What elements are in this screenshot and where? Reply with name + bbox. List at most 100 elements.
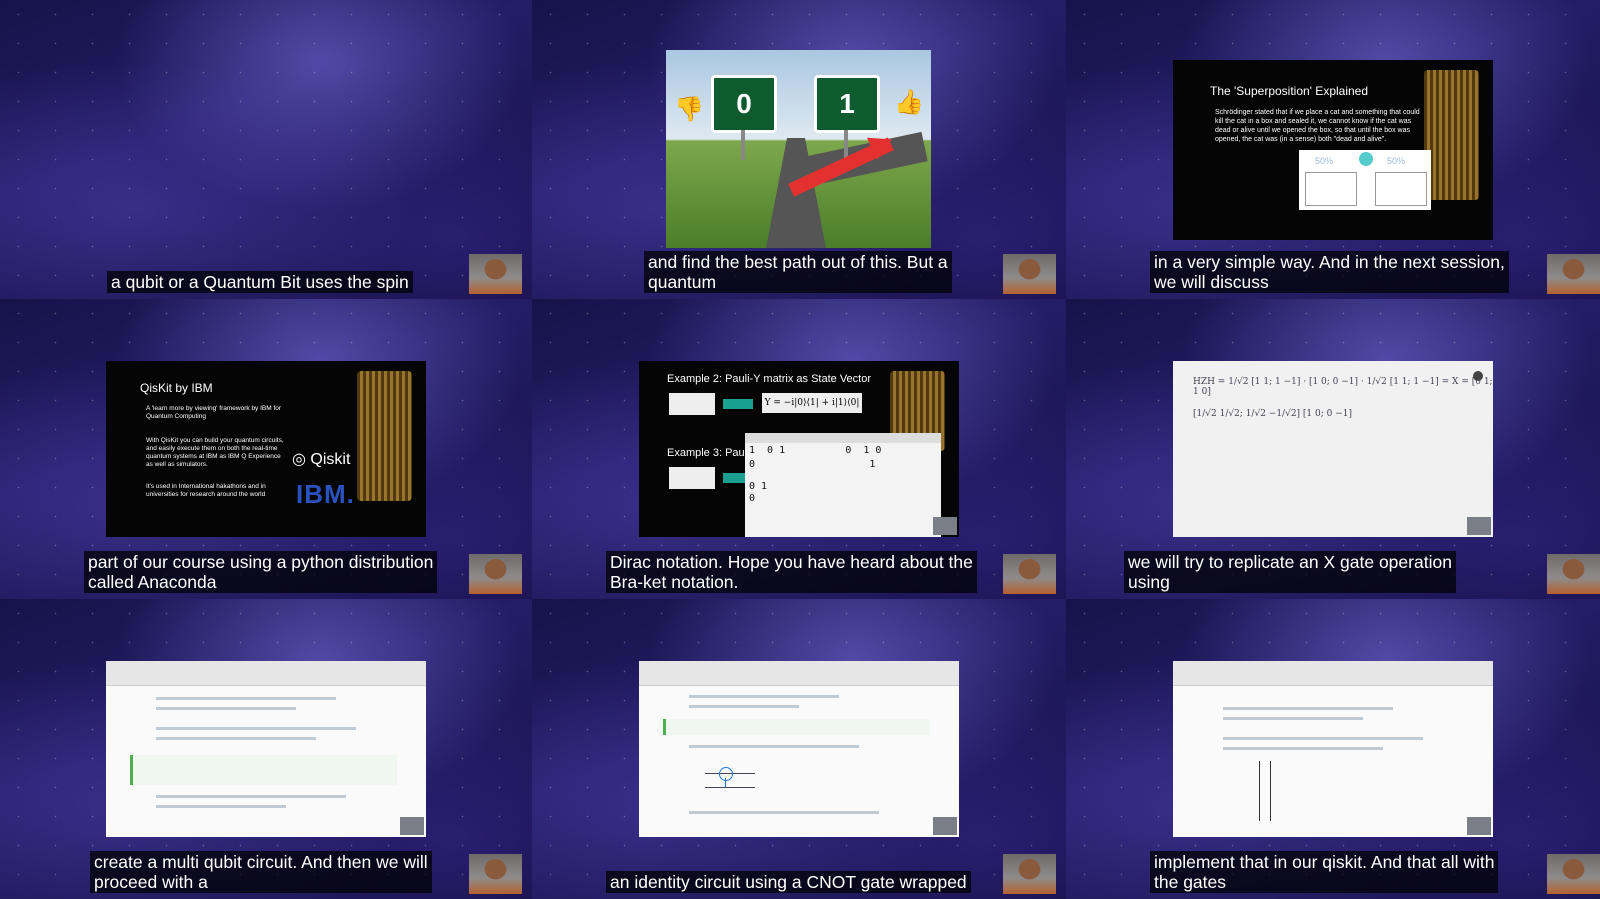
output-row: 0 1	[749, 459, 876, 470]
timer-icon	[1359, 152, 1373, 166]
z-matrix-box	[669, 467, 715, 489]
subtitle-caption: part of our course using a python distri…	[84, 551, 438, 593]
sign-post	[741, 130, 745, 160]
thumbnail-tile-5[interactable]: Example 2: Pauli-Y matrix as State Vecto…	[532, 299, 1066, 599]
cnot-target-icon	[719, 767, 733, 781]
sign-zero: 0	[711, 75, 777, 133]
percent-right: 50%	[1387, 156, 1406, 166]
superposition-slide: The 'Superposition' Explained Schrödinge…	[1173, 60, 1493, 240]
thumbnail-tile-1[interactable]: a qubit or a Quantum Bit uses the spin	[0, 0, 532, 299]
thumbnail-tile-6[interactable]: HZH = 1/√2 [1 1; 1 −1] · [1 0; 0 −1] · 1…	[1066, 299, 1600, 599]
presenter-mini-avatar	[1467, 817, 1491, 835]
subtitle-caption: we will try to replicate an X gate opera…	[1124, 551, 1456, 593]
code-line	[689, 705, 799, 708]
ibm-logo: IBM.	[296, 479, 355, 509]
thumbnail-tile-2[interactable]: 0 1 👎 👍 and find the best path out of th…	[532, 0, 1066, 299]
quantum-computer-image	[357, 371, 412, 501]
code-line	[156, 697, 336, 700]
slide-title: The 'Superposition' Explained	[1210, 84, 1369, 98]
presenter-avatar	[1003, 554, 1056, 594]
pauli-matrix-slide: Example 2: Pauli-Y matrix as State Vecto…	[639, 361, 959, 537]
jupyter-notebook-screen	[639, 661, 959, 837]
code-line	[689, 745, 859, 748]
road-choice-slide: 0 1 👎 👍	[666, 50, 931, 248]
presenter-mini-avatar	[933, 817, 957, 835]
presenter-mini-avatar	[1467, 517, 1491, 535]
code-line	[1223, 717, 1363, 720]
presenter-avatar	[1547, 554, 1600, 594]
sign-one: 1	[814, 75, 880, 133]
output-window: 1 0 1 0 1 0 0 1 0 1 0	[745, 433, 941, 537]
active-cell	[130, 755, 397, 785]
bullet-3: It's used in International hakathons and…	[146, 483, 266, 498]
subtitle-caption: Dirac notation. Hope you have heard abou…	[606, 551, 977, 593]
green-arrow-icon	[723, 399, 753, 409]
whiteboard-slide: HZH = 1/√2 [1 1; 1 −1] · [1 0; 0 −1] · 1…	[1173, 361, 1493, 537]
slide-body: Schrödinger stated that if we place a ca…	[1215, 109, 1420, 143]
presenter-mini-avatar	[933, 517, 957, 535]
output-row: 0 1	[749, 481, 768, 492]
code-line	[689, 695, 839, 698]
formula-box: Y = −i|0⟩⟨1| + i|1⟩⟨0|	[762, 393, 862, 413]
qiskit-slide: QisKit by IBM A 'learn more by viewing' …	[106, 361, 426, 537]
jupyter-notebook-screen	[1173, 661, 1493, 837]
subtitle-caption: an identity circuit using a CNOT gate wr…	[606, 871, 971, 893]
presenter-avatar	[469, 254, 522, 294]
bullet-1: A 'learn more by viewing' framework by I…	[146, 405, 282, 420]
box-left	[1305, 172, 1357, 206]
output-row: 0	[749, 493, 756, 504]
percent-left: 50%	[1315, 156, 1334, 166]
thumbnail-tile-3[interactable]: The 'Superposition' Explained Schrödinge…	[1066, 0, 1600, 299]
code-line	[689, 811, 879, 814]
code-line	[1223, 737, 1423, 740]
presenter-avatar	[469, 854, 522, 894]
thumbnail-tile-8[interactable]: an identity circuit using a CNOT gate wr…	[532, 599, 1066, 899]
jupyter-notebook-screen	[106, 661, 426, 837]
thumbnail-tile-4[interactable]: QisKit by IBM A 'learn more by viewing' …	[0, 299, 532, 599]
cat-box-illustration: 50% 50%	[1299, 150, 1431, 210]
subtitle-caption: in a very simple way. And in the next se…	[1150, 251, 1509, 293]
record-icon	[1473, 371, 1483, 381]
presenter-avatar	[1547, 254, 1600, 294]
code-line	[156, 707, 296, 710]
handwritten-equation-2: [1/√2 1/√2; 1/√2 −1/√2] [1 0; 0 −1]	[1193, 409, 1352, 419]
code-line	[156, 795, 346, 798]
bullet-2: With QisKit you can build your quantum c…	[146, 437, 284, 468]
active-cell	[663, 719, 930, 735]
y-matrix-box	[669, 393, 715, 415]
slide-title: QisKit by IBM	[140, 381, 213, 395]
output-row: 1 0 1 0 1 0	[749, 445, 882, 456]
box-right	[1375, 172, 1427, 206]
subtitle-caption: a qubit or a Quantum Bit uses the spin	[107, 271, 413, 293]
notebook-toolbar	[639, 661, 959, 686]
statevector-matrix	[1259, 761, 1271, 821]
code-line	[156, 737, 316, 740]
thumbnail-tile-9[interactable]: implement that in our qiskit. And that a…	[1066, 599, 1600, 899]
circuit-wire	[705, 787, 755, 788]
example-3-title: Example 3: Pau	[667, 447, 745, 459]
presenter-avatar	[469, 554, 522, 594]
thumbnail-tile-7[interactable]: create a multi qubit circuit. And then w…	[0, 599, 532, 899]
qiskit-logo-text: Qiskit	[310, 451, 351, 468]
thumbs-up-icon: 👍	[894, 89, 924, 116]
example-2-title: Example 2: Pauli-Y matrix as State Vecto…	[667, 373, 871, 385]
code-line	[156, 727, 356, 730]
thumbs-down-icon: 👎	[674, 96, 704, 123]
code-line	[1223, 747, 1383, 750]
presenter-avatar	[1003, 854, 1056, 894]
qiskit-logo: ◎ Qiskit	[292, 451, 351, 468]
video-thumbnail-grid: a qubit or a Quantum Bit uses the spin 0…	[0, 0, 1600, 899]
code-line	[156, 805, 286, 808]
presenter-avatar	[1547, 854, 1600, 894]
subtitle-caption: implement that in our qiskit. And that a…	[1150, 851, 1499, 893]
cnot-line	[725, 778, 726, 788]
presenter-avatar	[1003, 254, 1056, 294]
quantum-computer-image	[1424, 70, 1479, 200]
subtitle-caption: and find the best path out of this. But …	[644, 251, 952, 293]
output-window-titlebar	[745, 433, 941, 443]
presenter-mini-avatar	[400, 817, 424, 835]
handwritten-equation-1: HZH = 1/√2 [1 1; 1 −1] · [1 0; 0 −1] · 1…	[1193, 377, 1493, 397]
code-line	[1223, 707, 1393, 710]
notebook-toolbar	[1173, 661, 1493, 686]
subtitle-caption: create a multi qubit circuit. And then w…	[90, 851, 432, 893]
